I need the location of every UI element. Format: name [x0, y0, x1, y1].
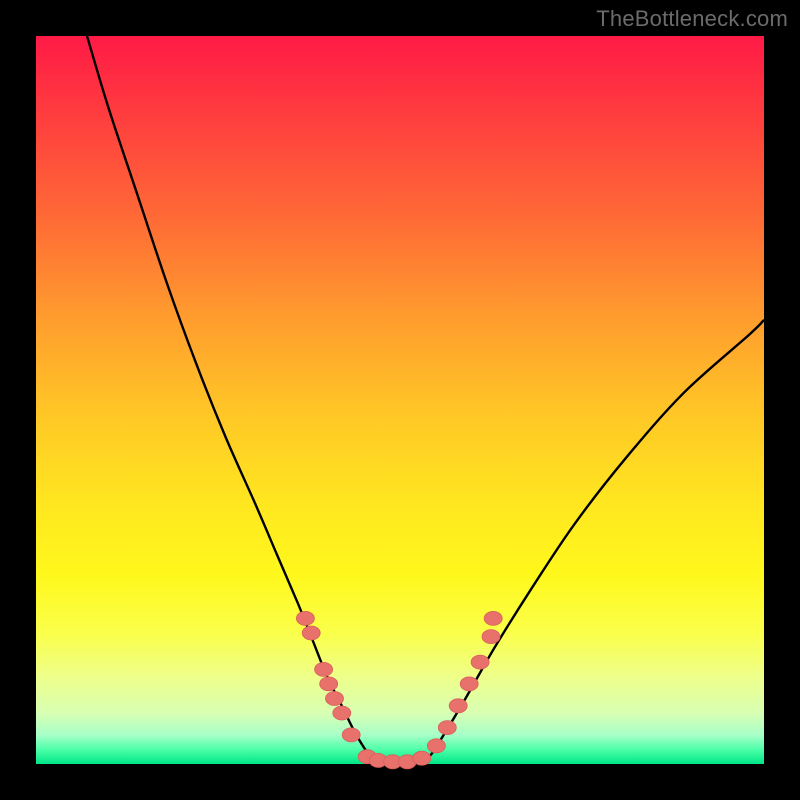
marker-point — [471, 655, 489, 669]
marker-point — [320, 677, 338, 691]
marker-point — [484, 611, 502, 625]
chart-plot-area — [36, 36, 764, 764]
marker-point — [449, 699, 467, 713]
marker-point — [438, 721, 456, 735]
chart-frame: TheBottleneck.com — [0, 0, 800, 800]
marker-point — [296, 611, 314, 625]
marker-layer — [296, 611, 502, 768]
marker-point — [326, 692, 344, 706]
curve-layer — [87, 36, 764, 765]
marker-point — [460, 677, 478, 691]
marker-point — [333, 706, 351, 720]
marker-point — [315, 662, 333, 676]
marker-point — [482, 630, 500, 644]
watermark-text: TheBottleneck.com — [596, 6, 788, 32]
marker-point — [302, 626, 320, 640]
chart-svg — [36, 36, 764, 764]
marker-point — [413, 751, 431, 765]
bottleneck-curve — [87, 36, 764, 765]
marker-point — [427, 739, 445, 753]
marker-point — [342, 728, 360, 742]
